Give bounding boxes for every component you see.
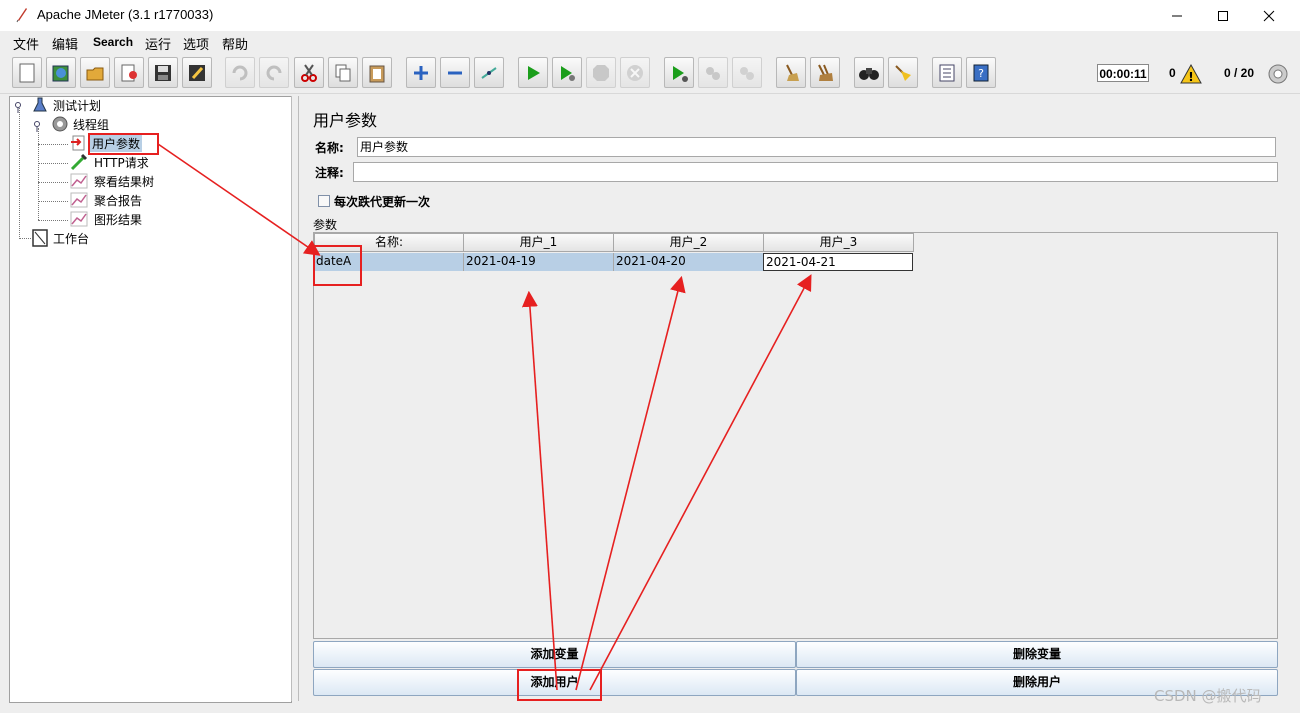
arrow-tree-to-table — [157, 143, 321, 256]
watermark: CSDN @搬代码 — [1154, 687, 1262, 705]
arrow-to-user-2 — [575, 275, 686, 691]
arrow-to-user-3 — [589, 274, 812, 691]
jmeter-window: Apache JMeter (3.1 r1770033) 文件 编辑 Searc… — [0, 0, 1300, 713]
arrow-to-user-1 — [521, 290, 558, 691]
annotation-arrows — [157, 143, 812, 691]
